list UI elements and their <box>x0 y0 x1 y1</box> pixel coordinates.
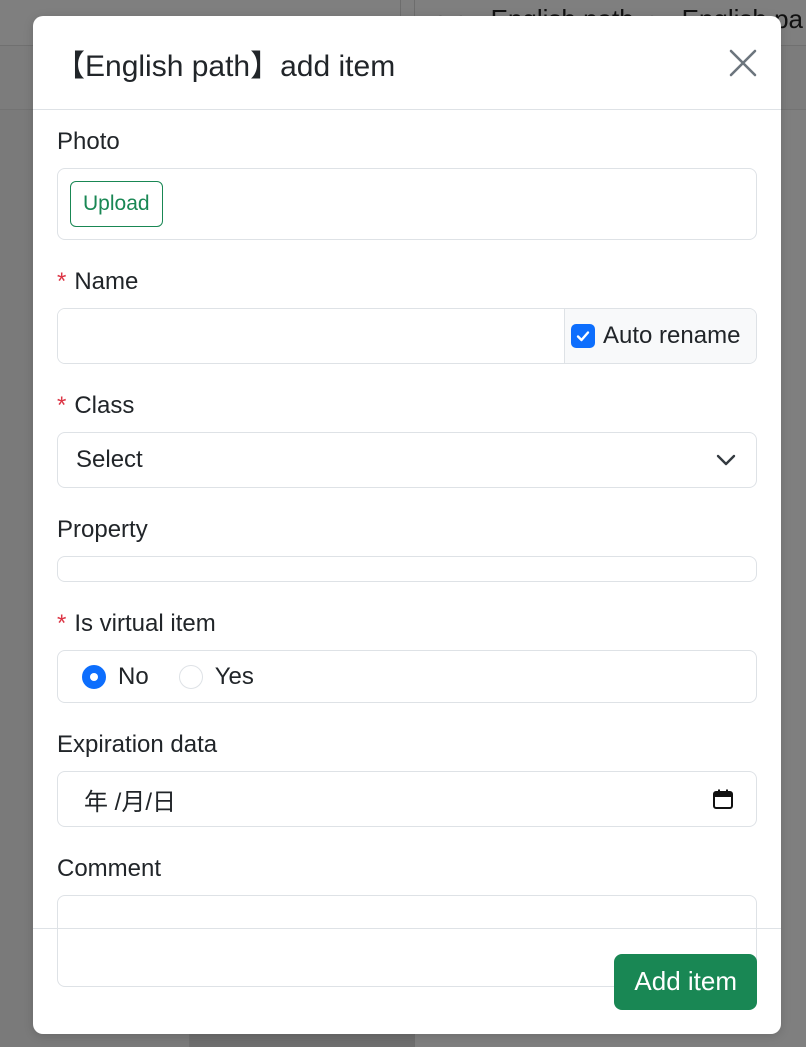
close-icon <box>729 49 757 76</box>
property-label: Property <box>57 516 148 543</box>
dialog-header: 【English path】add item <box>33 16 781 110</box>
name-label-text: Name <box>74 268 139 295</box>
radio-yes[interactable] <box>178 664 203 689</box>
add-item-dialog: 【English path】add item Photo Upload * Nam… <box>33 16 781 1034</box>
close-button[interactable] <box>725 45 761 81</box>
auto-rename-label: Auto rename <box>603 322 741 349</box>
radio-option-yes[interactable]: Yes <box>178 662 254 691</box>
is-virtual-label-text: Is virtual item <box>74 610 216 637</box>
radio-no-label: No <box>118 662 149 690</box>
required-marker: * <box>57 610 67 637</box>
dialog-footer: Add item <box>33 928 781 1034</box>
class-select[interactable]: Select <box>57 432 757 488</box>
class-label: * Class <box>57 394 757 418</box>
required-marker: * <box>57 392 67 419</box>
add-item-button[interactable]: Add item <box>614 953 757 1010</box>
date-placeholder: 年 /月/日 <box>84 788 177 816</box>
class-select-value: Select <box>76 446 143 473</box>
name-input[interactable] <box>58 309 564 363</box>
expiration-date-input[interactable]: 年 /月/日 <box>57 771 757 827</box>
property-field[interactable] <box>57 556 757 582</box>
name-label: * Name <box>57 270 757 294</box>
auto-rename-checkbox[interactable] <box>571 324 595 348</box>
auto-rename-toggle[interactable]: Auto rename <box>564 309 756 363</box>
class-label-text: Class <box>74 392 135 419</box>
chevron-down-icon <box>716 454 736 466</box>
photo-label: Photo <box>57 128 120 155</box>
radio-no[interactable] <box>82 664 106 689</box>
is-virtual-label: * Is virtual item <box>57 612 757 636</box>
radio-option-no[interactable]: No <box>82 663 149 691</box>
radio-yes-label: Yes <box>214 662 254 690</box>
expiration-label: Expiration data <box>57 731 218 758</box>
is-virtual-radio-group: No Yes <box>57 650 757 703</box>
checkmark-icon <box>576 331 590 342</box>
required-marker: * <box>57 268 67 295</box>
photo-field: Upload <box>57 168 757 240</box>
comment-label: Comment <box>57 855 162 882</box>
upload-button[interactable]: Upload <box>70 181 163 227</box>
dialog-body: Photo Upload * Name Auto rename * Class Se… <box>33 110 781 987</box>
name-field-group: Auto rename <box>57 308 757 364</box>
calendar-icon[interactable] <box>712 788 734 810</box>
dialog-title: 【English path】add item <box>55 49 396 83</box>
